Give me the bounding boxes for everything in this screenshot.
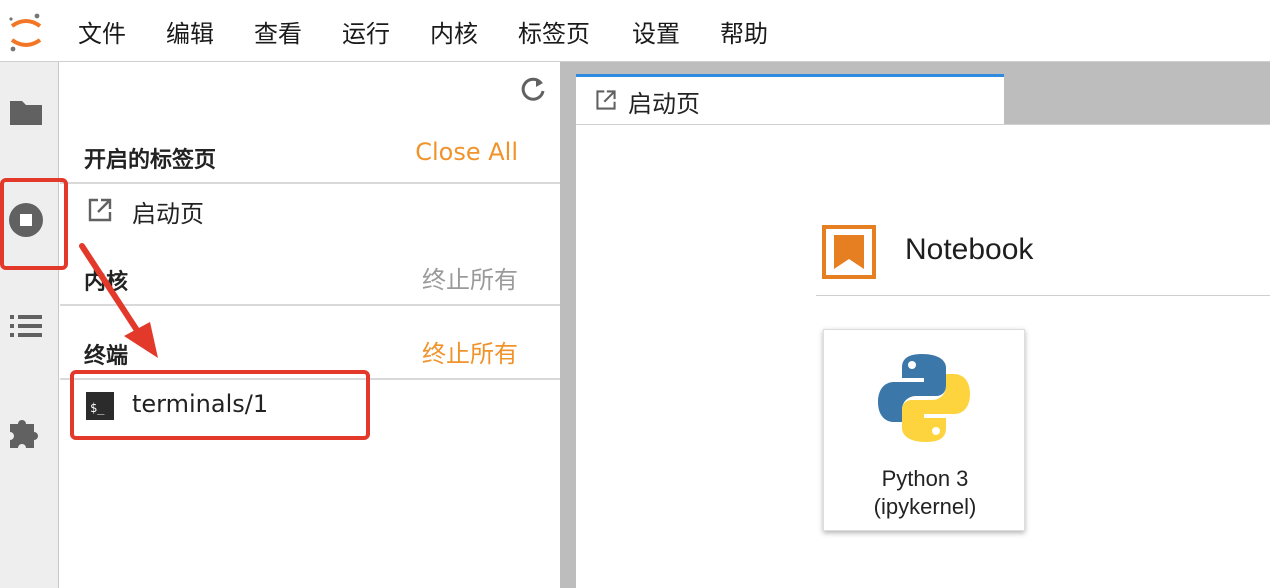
- tab-launcher[interactable]: 启动页: [576, 74, 1004, 124]
- highlight-terminal-item: [70, 370, 370, 440]
- terminals-title: 终端: [84, 344, 129, 369]
- divider: [60, 182, 560, 184]
- python3-kernel-card[interactable]: Python 3 (ipykernel): [823, 329, 1025, 531]
- folder-icon[interactable]: [6, 92, 46, 132]
- open-tab-label: 启动页: [132, 200, 204, 228]
- menu-bar: 文件 编辑 查看 运行 内核 标签页 设置 帮助: [0, 0, 1270, 62]
- kernel-card-subtitle: (ipykernel): [873, 494, 977, 519]
- python-logo-icon: [878, 354, 970, 442]
- menu-settings[interactable]: 设置: [632, 18, 680, 50]
- jupyter-logo-icon: [9, 13, 42, 52]
- menu-run[interactable]: 运行: [342, 18, 390, 50]
- divider: [60, 304, 560, 306]
- launcher-area: Notebook Python 3 (ipykernel): [576, 124, 1270, 588]
- menu-edit[interactable]: 编辑: [166, 18, 214, 50]
- shutdown-all-terminals-button[interactable]: 终止所有: [422, 334, 518, 369]
- menu-tabs[interactable]: 标签页: [518, 18, 590, 50]
- menu-help[interactable]: 帮助: [720, 18, 768, 50]
- close-all-button[interactable]: Close All: [415, 138, 518, 166]
- activity-bar: [0, 62, 59, 588]
- highlight-running-icon: [0, 178, 68, 270]
- running-sessions-panel: 开启的标签页 Close All 启动页 内核 终止所有 终端 终止所有 $_ …: [60, 62, 560, 588]
- main-tab-bar: 启动页: [576, 62, 1270, 124]
- notebook-section-title: Notebook: [905, 233, 1034, 266]
- shutdown-all-kernels-button[interactable]: 终止所有: [422, 260, 518, 295]
- menu-kernel[interactable]: 内核: [430, 18, 478, 50]
- refresh-icon[interactable]: [518, 74, 548, 104]
- panel-splitter[interactable]: [560, 62, 576, 588]
- launcher-external-icon: [596, 90, 616, 110]
- tab-label: 启动页: [628, 90, 700, 118]
- kernels-title: 内核: [84, 270, 129, 295]
- menu-view[interactable]: 查看: [254, 18, 302, 50]
- open-tabs-title: 开启的标签页: [84, 148, 217, 173]
- menu-file[interactable]: 文件: [78, 18, 126, 50]
- open-tab-item-launcher[interactable]: 启动页: [60, 186, 560, 234]
- extension-puzzle-icon[interactable]: [6, 412, 46, 452]
- divider: [816, 295, 1270, 296]
- kernel-card-name: Python 3: [881, 466, 969, 491]
- toc-list-icon[interactable]: [6, 306, 46, 346]
- notebook-icon: [822, 225, 876, 279]
- launcher-external-icon: [88, 198, 112, 222]
